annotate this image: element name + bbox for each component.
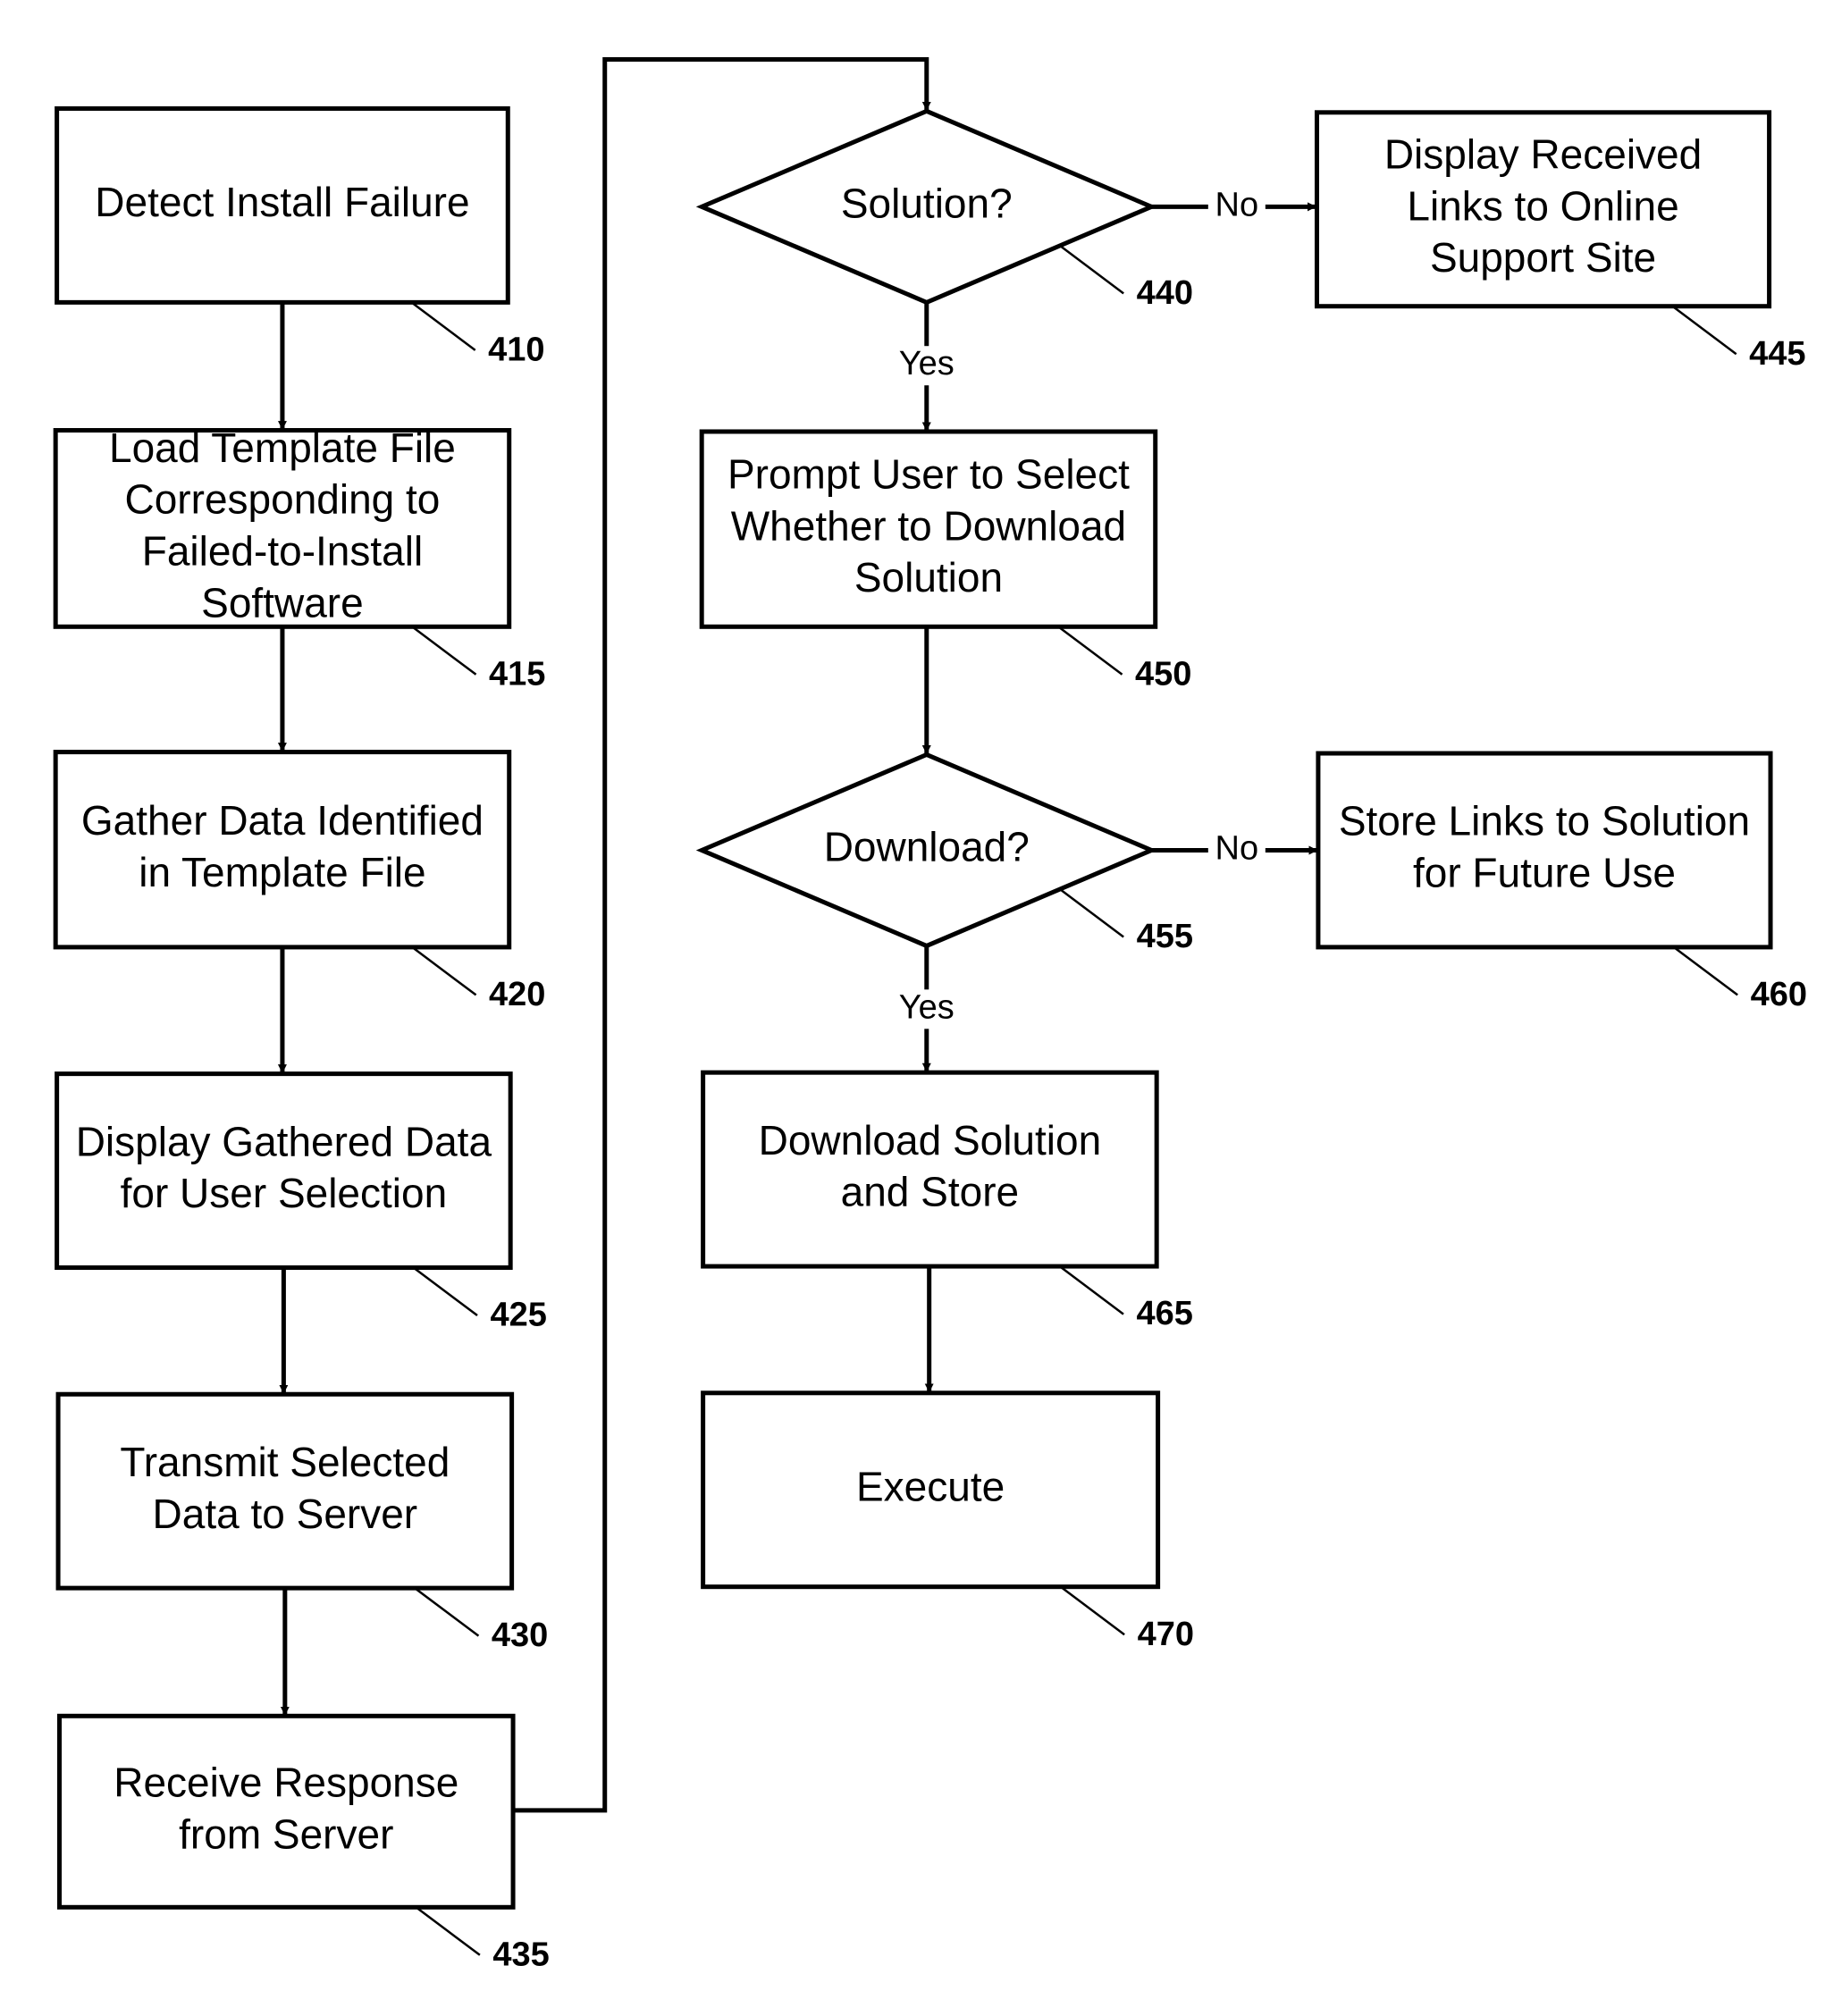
step-410: 410 Detect Install Failure [55,105,545,368]
reference-number: 410 [488,331,544,368]
step-label-line: Download Solution [759,1117,1102,1163]
step-450: 450 Prompt User to Select Whether to Downl… [699,429,1191,693]
reference-leader [413,626,477,676]
branch-label-yes: Yes [899,345,955,382]
step-label-line: Load Template File [109,424,456,471]
step-label-line: Display Gathered Data [76,1118,492,1164]
step-465: 465 Download Solution and Store [701,1070,1193,1332]
step-label-line: Detect Install Failure [95,179,469,225]
branch-label-no: No [1215,186,1259,223]
reference-leader [414,1267,478,1317]
decision-440: 440 Solution? [695,108,1193,312]
decision-455: 455 Download? [695,752,1193,955]
reference-leader [1059,626,1123,676]
step-label-line: Support Site [1430,234,1656,281]
step-label-line: Receive Response [114,1760,458,1806]
nodes: 410 Detect Install Failure 415 Load Templat… [53,105,1807,1973]
reference-number: 425 [490,1297,546,1334]
reference-leader [413,947,477,996]
branch-label-no: No [1215,829,1259,867]
reference-number: 455 [1137,918,1193,955]
step-label-line: for Future Use [1413,850,1676,896]
reference-leader [1060,1266,1124,1315]
reference-number: 450 [1135,655,1191,693]
step-445: 445 Display ReceivedLinks to Online Suppor… [1314,110,1806,373]
reference-number: 470 [1138,1616,1194,1653]
step-label-line: Whether to Download [731,502,1126,549]
step-label-line: Software [201,579,364,626]
step-label-line: Solution [854,554,1003,601]
step-label-line: Download? [824,824,1030,870]
reference-number: 460 [1751,976,1807,1013]
reference-leader [416,1907,481,1956]
step-label-line: and Store [841,1169,1019,1215]
step-label-line: Transmit Selected [120,1439,450,1485]
reference-leader [412,302,476,351]
step-435: 435 Receive Responsefrom Server [57,1713,550,1973]
branch-label-yes: Yes [899,988,955,1026]
reference-number: 430 [492,1617,548,1654]
step-470: 470 Execute [701,1390,1194,1653]
step-415: 415 Load Template File Corresponding toFai… [53,424,545,693]
reference-leader [1060,889,1124,938]
step-label-line: for User Selection [121,1170,448,1216]
step-label-line: Corresponding to [125,476,441,523]
reference-number: 465 [1136,1295,1192,1332]
step-label-line: Gather Data Identified [81,797,484,844]
reference-leader [1060,246,1124,295]
reference-leader [1061,1587,1125,1636]
step-label-line: in Template File [139,849,425,895]
step-label-line: from Server [179,1810,393,1857]
step-label-line: Solution? [841,181,1013,227]
step-460: 460 Store Links to Solution for Future Use [1316,751,1807,1013]
reference-leader [1674,947,1738,996]
step-label-line: Failed-to-Install [142,527,423,574]
step-label-line: Links to Online [1407,182,1678,229]
step-420: 420 Gather Data Identified in Template Fil… [53,750,545,1013]
reference-number: 445 [1749,335,1805,373]
reference-number: 435 [492,1936,549,1973]
step-label-line: Display Received [1384,131,1702,178]
step-label-line: Store Links to Solution [1339,798,1750,844]
step-425: 425 Display Gathered Data for User Selecti… [55,1071,547,1334]
step-label-line: Data to Server [153,1491,418,1537]
step-label-line: Execute [856,1463,1005,1509]
step-430: 430 Transmit Selected Data to Server [55,1391,548,1654]
reference-number: 440 [1137,274,1193,312]
reference-leader [1673,307,1737,356]
reference-leader [416,1588,480,1637]
flowchart: No Yes No Yes 410 Detect Install Failure 415 L… [53,57,1807,1973]
reference-number: 420 [489,976,545,1013]
reference-number: 415 [489,655,545,693]
step-label-line: Prompt User to Select [727,450,1130,497]
